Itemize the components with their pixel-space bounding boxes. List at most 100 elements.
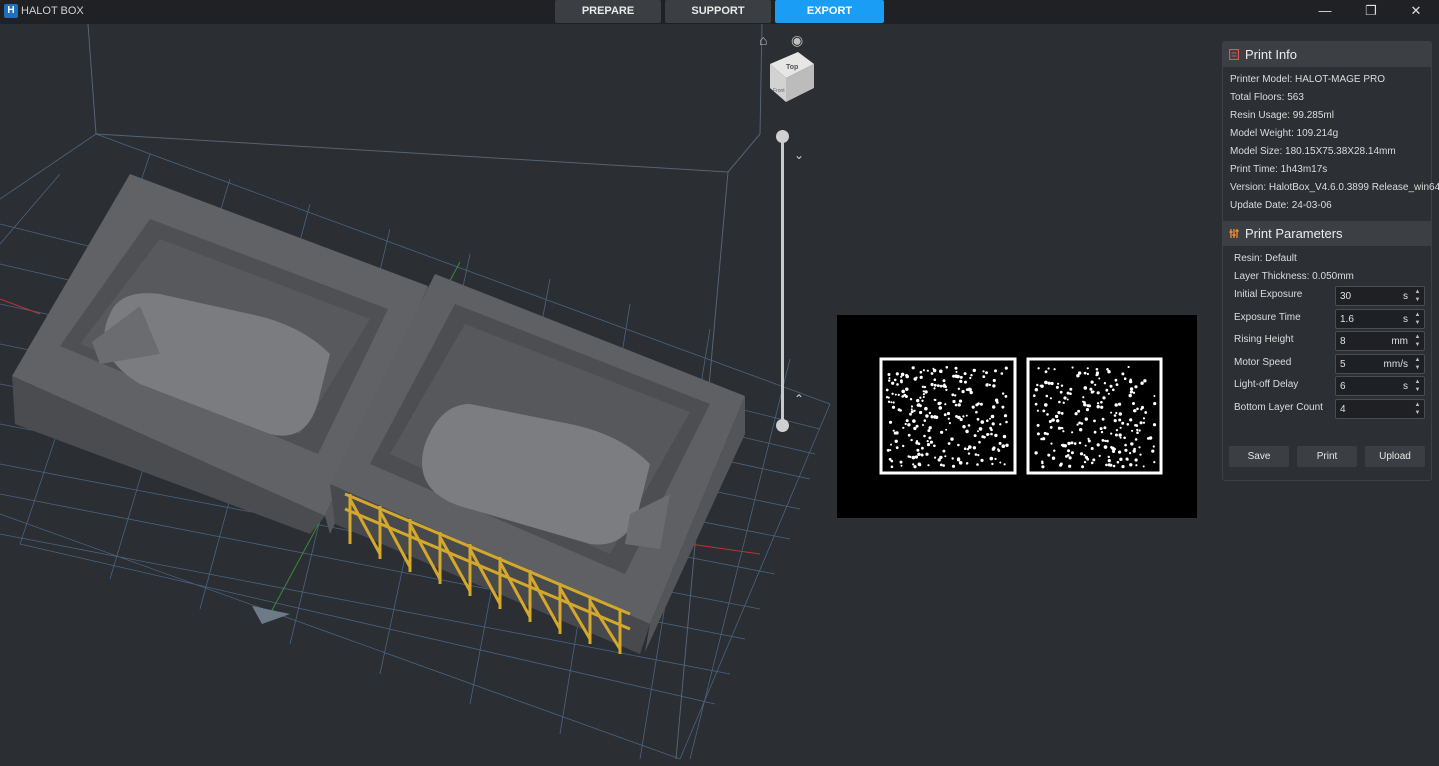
spin-up-icon[interactable]: ▲ (1412, 288, 1423, 296)
home-icon[interactable]: ⌂ (759, 32, 767, 48)
rising-height-value[interactable]: 8 (1340, 336, 1346, 347)
slice-dot (1098, 454, 1101, 457)
spin-down-icon[interactable]: ▼ (1412, 319, 1423, 327)
sliders-icon (1229, 229, 1239, 238)
slice-dot (893, 378, 897, 382)
slice-dot (1079, 428, 1082, 431)
rising-height-input[interactable]: 8 mm ▲ ▼ (1335, 331, 1425, 351)
chevron-down-icon[interactable]: ⌄ (794, 148, 804, 162)
spin-down-icon[interactable]: ▼ (1412, 386, 1423, 394)
bottom-layer-count-input[interactable]: 4 ▲ ▼ (1335, 398, 1425, 419)
spin-down-icon[interactable]: ▼ (1412, 296, 1423, 304)
initial-exposure-input[interactable]: 30 s ▲ ▼ (1335, 286, 1425, 306)
chevron-up-icon[interactable]: ⌃ (794, 392, 804, 406)
bottom-layer-count-row: Bottom Layer Count 4 ▲ ▼ (1223, 398, 1431, 422)
slice-dot (905, 419, 909, 423)
slice-dot (1128, 393, 1132, 398)
slice-dot (1104, 439, 1107, 443)
exposure-time-value[interactable]: 1.6 (1340, 314, 1354, 325)
tab-prepare[interactable]: PREPARE (555, 0, 661, 23)
slice-dot (986, 433, 990, 436)
spinner-arrows: ▲ ▼ (1412, 333, 1423, 349)
slice-dot (1123, 436, 1126, 440)
spin-up-icon[interactable]: ▲ (1412, 401, 1423, 409)
slice-dot (1054, 414, 1059, 419)
slice-dot (1121, 372, 1125, 376)
slice-dot (907, 423, 911, 427)
slice-dot (1073, 442, 1077, 445)
slice-dot (917, 403, 921, 407)
slice-dot (946, 411, 951, 416)
slice-dot (886, 448, 890, 452)
slice-dot (944, 403, 947, 406)
restore-button[interactable]: ❐ (1348, 0, 1394, 24)
slice-dot (1119, 457, 1123, 461)
layer-slider-bottom-handle[interactable] (776, 419, 789, 432)
slice-dot (1044, 380, 1048, 385)
slice-dot (888, 457, 892, 461)
slice-dot (925, 414, 929, 418)
slice-dot (921, 446, 924, 450)
close-button[interactable]: ✕ (1393, 0, 1439, 24)
slice-dot (1067, 441, 1071, 446)
slice-dot (994, 433, 998, 438)
spin-up-icon[interactable]: ▲ (1412, 378, 1423, 386)
spin-up-icon[interactable]: ▲ (1412, 333, 1423, 341)
slice-dot (1083, 460, 1087, 464)
slice-dot (954, 394, 957, 397)
app-logo-icon: H (4, 4, 18, 18)
spin-up-icon[interactable]: ▲ (1412, 311, 1423, 319)
slice-dot (973, 434, 977, 438)
slice-dot (1000, 372, 1004, 375)
slice-dot (955, 415, 958, 418)
slice-dot (940, 430, 944, 434)
slice-dot (954, 403, 958, 407)
slice-dot (892, 401, 895, 404)
slice-dot (1121, 465, 1125, 469)
spin-down-icon[interactable]: ▼ (1412, 364, 1423, 372)
slice-dot (971, 405, 975, 409)
motor-speed-value[interactable]: 5 (1340, 359, 1346, 370)
slice-dot (930, 372, 934, 375)
spin-up-icon[interactable]: ▲ (1412, 356, 1423, 364)
slice-dot (1087, 439, 1091, 443)
spin-down-icon[interactable]: ▼ (1412, 341, 1423, 349)
print-button[interactable]: Print (1297, 446, 1357, 467)
slice-dot (991, 422, 995, 426)
app-title: HALOT BOX (21, 5, 84, 17)
slice-dot (1115, 429, 1118, 432)
tab-support[interactable]: SUPPORT (665, 0, 771, 23)
bottom-layer-count-value[interactable]: 4 (1340, 404, 1346, 415)
slice-dot (1127, 365, 1130, 369)
slice-dot (1084, 444, 1087, 447)
slice-dot (1140, 381, 1144, 385)
print-parameters-header: Print Parameters (1223, 221, 1431, 246)
slice-dot (1060, 444, 1063, 447)
light-off-delay-value[interactable]: 6 (1340, 381, 1346, 392)
exposure-time-input[interactable]: 1.6 s ▲ ▼ (1335, 308, 1425, 329)
slice-dot (977, 430, 979, 433)
spin-down-icon[interactable]: ▼ (1412, 409, 1423, 417)
3d-viewport[interactable]: ⌂ ◉ Top Front ⌄ ⌃ Print Info Printer Mod… (0, 24, 1439, 766)
initial-exposure-value[interactable]: 30 (1340, 291, 1351, 302)
slice-dot (922, 396, 925, 398)
slice-dot (922, 424, 924, 426)
light-off-delay-input[interactable]: 6 s ▲ ▼ (1335, 376, 1425, 396)
motor-speed-input[interactable]: 5 mm/s ▲ ▼ (1335, 353, 1425, 374)
slice-dot (1055, 385, 1059, 389)
slice-dot (939, 455, 943, 460)
eye-icon[interactable]: ◉ (791, 32, 803, 49)
slice-dot (1078, 421, 1081, 425)
minimize-button[interactable]: — (1302, 0, 1348, 24)
slice-dot (1111, 449, 1116, 453)
layer-slider-track[interactable] (781, 136, 784, 426)
view-cube[interactable]: Top Front (764, 50, 820, 106)
upload-button[interactable]: Upload (1365, 446, 1425, 467)
slice-dot (1107, 459, 1111, 463)
update-date: Update Date: 24-03-06 (1230, 200, 1332, 211)
slice-dot (980, 458, 984, 462)
slice-dot (967, 424, 971, 427)
layer-slider-top-handle[interactable] (776, 130, 789, 143)
tab-export[interactable]: EXPORT (775, 0, 884, 23)
save-button[interactable]: Save (1229, 446, 1289, 467)
